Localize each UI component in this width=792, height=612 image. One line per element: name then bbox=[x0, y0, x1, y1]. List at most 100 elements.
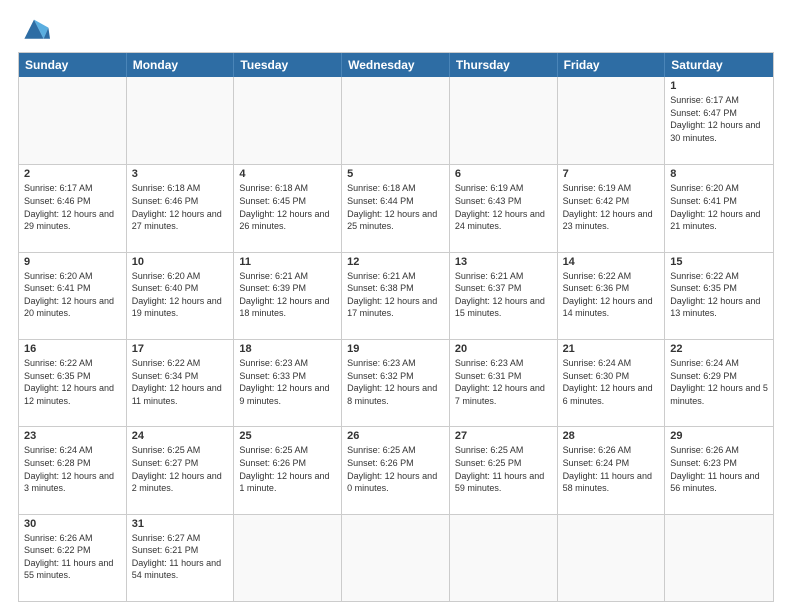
day-info: Sunrise: 6:21 AM Sunset: 6:38 PM Dayligh… bbox=[347, 270, 444, 320]
day-cell-26: 26 Sunrise: 6:25 AM Sunset: 6:26 PM Dayli… bbox=[342, 427, 450, 513]
day-cell-29: 29 Sunrise: 6:26 AM Sunset: 6:23 PM Dayli… bbox=[665, 427, 773, 513]
day-cell-6: 6Sunrise: 6:19 AM Sunset: 6:43 PM Daylig… bbox=[450, 165, 558, 251]
day-info: Sunrise: 6:22 AM Sunset: 6:34 PM Dayligh… bbox=[132, 357, 229, 407]
header-day-saturday: Saturday bbox=[665, 53, 773, 77]
day-cell-25: 25Sunrise: 6:25 AM Sunset: 6:26 PM Dayli… bbox=[234, 427, 342, 513]
day-info: Sunrise: 6:20 AM Sunset: 6:40 PM Dayligh… bbox=[132, 270, 229, 320]
day-number: 24 bbox=[132, 430, 229, 442]
day-number: 5 bbox=[347, 168, 444, 180]
day-number: 26 bbox=[347, 430, 444, 442]
day-number: 25 bbox=[239, 430, 336, 442]
day-info: Sunrise: 6:24 AM Sunset: 6:28 PM Dayligh… bbox=[24, 444, 121, 494]
day-cell-empty bbox=[234, 515, 342, 601]
day-info: Sunrise: 6:25 AM Sunset: 6:27 PM Dayligh… bbox=[132, 444, 229, 494]
day-cell-17: 17 Sunrise: 6:22 AM Sunset: 6:34 PM Dayli… bbox=[127, 340, 235, 426]
day-number: 15 bbox=[670, 256, 768, 268]
day-cell-27: 27 Sunrise: 6:25 AM Sunset: 6:25 PM Dayli… bbox=[450, 427, 558, 513]
day-number: 22 bbox=[670, 343, 768, 355]
day-info: Sunrise: 6:17 AM Sunset: 6:47 PM Dayligh… bbox=[670, 94, 768, 144]
day-info: Sunrise: 6:27 AM Sunset: 6:21 PM Dayligh… bbox=[132, 532, 229, 582]
day-number: 7 bbox=[563, 168, 660, 180]
day-number: 6 bbox=[455, 168, 552, 180]
day-cell-15: 15 Sunrise: 6:22 AM Sunset: 6:35 PM Dayli… bbox=[665, 253, 773, 339]
day-cell-16: 16Sunrise: 6:22 AM Sunset: 6:35 PM Dayli… bbox=[19, 340, 127, 426]
day-cell-empty bbox=[342, 515, 450, 601]
header-day-wednesday: Wednesday bbox=[342, 53, 450, 77]
day-cell-empty bbox=[127, 77, 235, 164]
day-cell-12: 12 Sunrise: 6:21 AM Sunset: 6:38 PM Dayli… bbox=[342, 253, 450, 339]
day-info: Sunrise: 6:22 AM Sunset: 6:36 PM Dayligh… bbox=[563, 270, 660, 320]
day-number: 19 bbox=[347, 343, 444, 355]
day-info: Sunrise: 6:20 AM Sunset: 6:41 PM Dayligh… bbox=[24, 270, 121, 320]
day-number: 11 bbox=[239, 256, 336, 268]
day-cell-28: 28Sunrise: 6:26 AM Sunset: 6:24 PM Dayli… bbox=[558, 427, 666, 513]
logo-icon bbox=[18, 16, 50, 44]
day-cell-18: 18 Sunrise: 6:23 AM Sunset: 6:33 PM Dayli… bbox=[234, 340, 342, 426]
day-cell-empty bbox=[450, 77, 558, 164]
day-number: 9 bbox=[24, 256, 121, 268]
day-number: 21 bbox=[563, 343, 660, 355]
day-number: 16 bbox=[24, 343, 121, 355]
day-number: 17 bbox=[132, 343, 229, 355]
day-info: Sunrise: 6:20 AM Sunset: 6:41 PM Dayligh… bbox=[670, 182, 768, 232]
day-number: 27 bbox=[455, 430, 552, 442]
day-info: Sunrise: 6:18 AM Sunset: 6:45 PM Dayligh… bbox=[239, 182, 336, 232]
day-info: Sunrise: 6:19 AM Sunset: 6:42 PM Dayligh… bbox=[563, 182, 660, 232]
day-info: Sunrise: 6:25 AM Sunset: 6:25 PM Dayligh… bbox=[455, 444, 552, 494]
day-cell-10: 10 Sunrise: 6:20 AM Sunset: 6:40 PM Dayli… bbox=[127, 253, 235, 339]
day-cell-9: 9 Sunrise: 6:20 AM Sunset: 6:41 PM Daylig… bbox=[19, 253, 127, 339]
day-number: 31 bbox=[132, 518, 229, 530]
calendar: SundayMondayTuesdayWednesdayThursdayFrid… bbox=[18, 52, 774, 602]
day-info: Sunrise: 6:23 AM Sunset: 6:33 PM Dayligh… bbox=[239, 357, 336, 407]
day-cell-empty bbox=[558, 77, 666, 164]
day-cell-22: 22 Sunrise: 6:24 AM Sunset: 6:29 PM Dayli… bbox=[665, 340, 773, 426]
day-number: 1 bbox=[670, 80, 768, 92]
day-info: Sunrise: 6:26 AM Sunset: 6:22 PM Dayligh… bbox=[24, 532, 121, 582]
day-cell-21: 21Sunrise: 6:24 AM Sunset: 6:30 PM Dayli… bbox=[558, 340, 666, 426]
day-number: 10 bbox=[132, 256, 229, 268]
day-info: Sunrise: 6:23 AM Sunset: 6:31 PM Dayligh… bbox=[455, 357, 552, 407]
day-cell-1: 1 Sunrise: 6:17 AM Sunset: 6:47 PM Daylig… bbox=[665, 77, 773, 164]
header-day-monday: Monday bbox=[127, 53, 235, 77]
day-info: Sunrise: 6:26 AM Sunset: 6:24 PM Dayligh… bbox=[563, 444, 660, 494]
calendar-row-3: 16Sunrise: 6:22 AM Sunset: 6:35 PM Dayli… bbox=[19, 339, 773, 426]
calendar-row-5: 30 Sunrise: 6:26 AM Sunset: 6:22 PM Dayli… bbox=[19, 514, 773, 601]
day-cell-empty bbox=[19, 77, 127, 164]
day-number: 20 bbox=[455, 343, 552, 355]
day-cell-19: 19 Sunrise: 6:23 AM Sunset: 6:32 PM Dayli… bbox=[342, 340, 450, 426]
day-cell-11: 11 Sunrise: 6:21 AM Sunset: 6:39 PM Dayli… bbox=[234, 253, 342, 339]
day-info: Sunrise: 6:22 AM Sunset: 6:35 PM Dayligh… bbox=[670, 270, 768, 320]
day-info: Sunrise: 6:17 AM Sunset: 6:46 PM Dayligh… bbox=[24, 182, 121, 232]
day-info: Sunrise: 6:18 AM Sunset: 6:46 PM Dayligh… bbox=[132, 182, 229, 232]
day-number: 30 bbox=[24, 518, 121, 530]
day-info: Sunrise: 6:18 AM Sunset: 6:44 PM Dayligh… bbox=[347, 182, 444, 232]
day-cell-13: 13Sunrise: 6:21 AM Sunset: 6:37 PM Dayli… bbox=[450, 253, 558, 339]
day-info: Sunrise: 6:25 AM Sunset: 6:26 PM Dayligh… bbox=[347, 444, 444, 494]
day-number: 8 bbox=[670, 168, 768, 180]
day-cell-31: 31 Sunrise: 6:27 AM Sunset: 6:21 PM Dayli… bbox=[127, 515, 235, 601]
logo bbox=[18, 16, 54, 44]
day-number: 12 bbox=[347, 256, 444, 268]
calendar-row-0: 1 Sunrise: 6:17 AM Sunset: 6:47 PM Daylig… bbox=[19, 77, 773, 164]
day-number: 29 bbox=[670, 430, 768, 442]
day-number: 14 bbox=[563, 256, 660, 268]
day-cell-20: 20 Sunrise: 6:23 AM Sunset: 6:31 PM Dayli… bbox=[450, 340, 558, 426]
day-cell-14: 14 Sunrise: 6:22 AM Sunset: 6:36 PM Dayli… bbox=[558, 253, 666, 339]
day-cell-5: 5 Sunrise: 6:18 AM Sunset: 6:44 PM Daylig… bbox=[342, 165, 450, 251]
day-cell-30: 30 Sunrise: 6:26 AM Sunset: 6:22 PM Dayli… bbox=[19, 515, 127, 601]
header-day-friday: Friday bbox=[558, 53, 666, 77]
day-info: Sunrise: 6:21 AM Sunset: 6:39 PM Dayligh… bbox=[239, 270, 336, 320]
day-cell-empty bbox=[558, 515, 666, 601]
calendar-body: 1 Sunrise: 6:17 AM Sunset: 6:47 PM Daylig… bbox=[19, 77, 773, 601]
day-info: Sunrise: 6:24 AM Sunset: 6:29 PM Dayligh… bbox=[670, 357, 768, 407]
calendar-row-4: 23Sunrise: 6:24 AM Sunset: 6:28 PM Dayli… bbox=[19, 426, 773, 513]
day-cell-3: 3 Sunrise: 6:18 AM Sunset: 6:46 PM Daylig… bbox=[127, 165, 235, 251]
day-info: Sunrise: 6:23 AM Sunset: 6:32 PM Dayligh… bbox=[347, 357, 444, 407]
day-number: 18 bbox=[239, 343, 336, 355]
day-info: Sunrise: 6:26 AM Sunset: 6:23 PM Dayligh… bbox=[670, 444, 768, 494]
header-day-sunday: Sunday bbox=[19, 53, 127, 77]
day-number: 4 bbox=[239, 168, 336, 180]
day-cell-7: 7 Sunrise: 6:19 AM Sunset: 6:42 PM Daylig… bbox=[558, 165, 666, 251]
header-day-tuesday: Tuesday bbox=[234, 53, 342, 77]
day-number: 3 bbox=[132, 168, 229, 180]
